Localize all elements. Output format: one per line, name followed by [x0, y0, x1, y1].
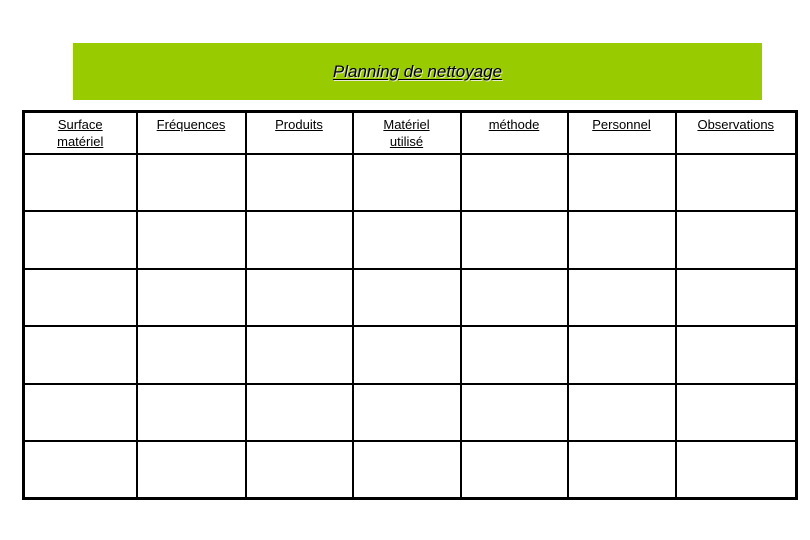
column-header-produits: Produits: [244, 110, 354, 155]
table-cell[interactable]: [566, 440, 677, 500]
column-header-surface-materiel: Surface matériel: [22, 110, 138, 155]
table-cell[interactable]: [566, 267, 677, 327]
header-line: Observations: [697, 117, 775, 132]
table-cell[interactable]: [22, 382, 138, 442]
column-header-materiel-utilise: Matériel utilisé: [351, 110, 462, 155]
table-cell[interactable]: [22, 440, 138, 500]
table-cell[interactable]: [351, 382, 462, 442]
table-cell[interactable]: [674, 210, 798, 270]
table-row: [22, 440, 798, 500]
header-line: utilisé: [389, 134, 424, 149]
header-row: Surface matériel Fréquences Produits Mat…: [22, 110, 798, 155]
table-cell[interactable]: [22, 325, 138, 385]
table-cell[interactable]: [22, 210, 138, 270]
header-line: Produits: [275, 117, 323, 132]
table-row: [22, 152, 798, 212]
table-cell[interactable]: [674, 382, 798, 442]
table-cell[interactable]: [459, 325, 569, 385]
table-cell[interactable]: [459, 152, 569, 212]
table-cell[interactable]: [135, 210, 247, 270]
table-cell[interactable]: [351, 152, 462, 212]
table-cell[interactable]: [22, 152, 138, 212]
table-cell[interactable]: [351, 267, 462, 327]
header-line: Matériel: [383, 117, 430, 132]
table-cell[interactable]: [135, 325, 247, 385]
table-cell[interactable]: [459, 210, 569, 270]
table-cell[interactable]: [135, 382, 247, 442]
table-cell[interactable]: [674, 267, 798, 327]
table-cell[interactable]: [135, 152, 247, 212]
header-line: Fréquences: [156, 117, 226, 132]
header-line: Personnel: [592, 117, 651, 132]
table-row: [22, 382, 798, 442]
title-banner: Planning de nettoyage: [73, 43, 762, 100]
table-cell[interactable]: [351, 440, 462, 500]
column-header-frequences: Fréquences: [135, 110, 247, 155]
table-row: [22, 210, 798, 270]
table-cell[interactable]: [459, 382, 569, 442]
table-cell[interactable]: [244, 382, 354, 442]
page-title: Planning de nettoyage: [332, 61, 503, 81]
table-cell[interactable]: [244, 325, 354, 385]
cleaning-schedule-table: Surface matériel Fréquences Produits Mat…: [22, 110, 798, 500]
table-row: [22, 325, 798, 385]
table-cell[interactable]: [135, 267, 247, 327]
header-line: méthode: [488, 117, 540, 132]
column-header-observations: Observations: [674, 110, 798, 155]
table-cell[interactable]: [22, 267, 138, 327]
table-cell[interactable]: [244, 267, 354, 327]
table-cell[interactable]: [566, 152, 677, 212]
column-header-methode: méthode: [459, 110, 569, 155]
column-header-personnel: Personnel: [566, 110, 677, 155]
table-cell[interactable]: [459, 267, 569, 327]
table-cell[interactable]: [566, 325, 677, 385]
table-cell[interactable]: [674, 325, 798, 385]
table-cell[interactable]: [566, 210, 677, 270]
header-line: Surface: [57, 117, 103, 132]
table-cell[interactable]: [674, 440, 798, 500]
table-cell[interactable]: [244, 210, 354, 270]
table-cell[interactable]: [351, 210, 462, 270]
table-cell[interactable]: [351, 325, 462, 385]
table-cell[interactable]: [459, 440, 569, 500]
table-cell[interactable]: [674, 152, 798, 212]
header-line: matériel: [57, 134, 104, 149]
table-cell[interactable]: [244, 152, 354, 212]
table-row: [22, 267, 798, 327]
table-cell[interactable]: [566, 382, 677, 442]
table-cell[interactable]: [244, 440, 354, 500]
table-cell[interactable]: [135, 440, 247, 500]
